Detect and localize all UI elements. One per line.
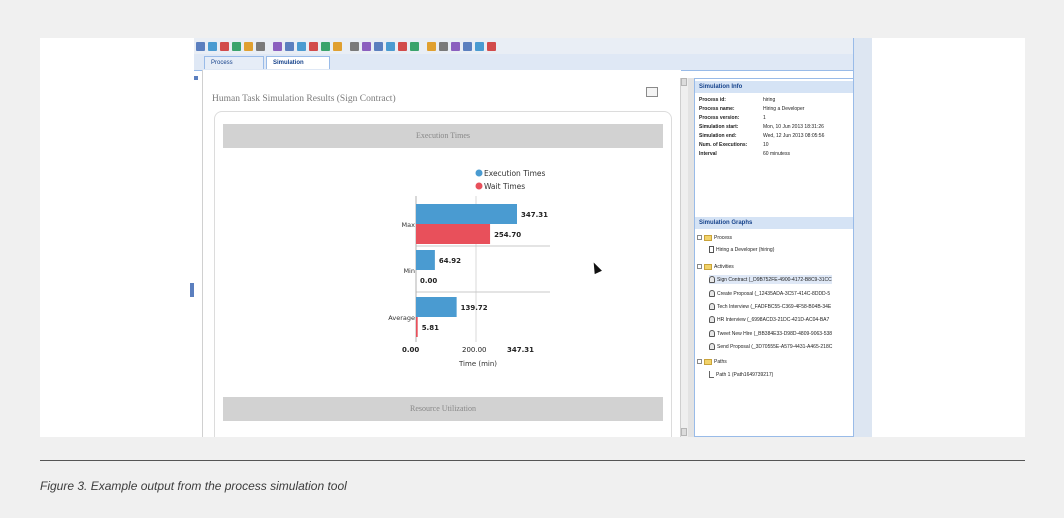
category-label: Max xyxy=(402,221,416,229)
tree-folder-activities[interactable]: Activities xyxy=(697,262,734,271)
user-task-icon xyxy=(709,290,715,297)
sim-info-key: Simulation start: xyxy=(699,124,739,130)
document-icon xyxy=(709,246,714,253)
sim-info-key: Simulation end: xyxy=(699,133,737,139)
simulation-info-header[interactable]: Simulation Info xyxy=(695,81,853,93)
caption-divider xyxy=(40,460,1025,461)
tree-item-activity[interactable]: Tweet New Hire (_BB384E33-D98D-4809-9063… xyxy=(709,329,832,338)
tree-label: Tech Interview (_FADFBC55-C369-4F58-B04B… xyxy=(717,303,832,310)
legend-label: Wait Times xyxy=(484,182,525,191)
tree-item-activity[interactable]: HR Interview (_6998ACD3-21DC-421D-AC04-B… xyxy=(709,315,829,324)
sim-info-row: Simulation start: Mon, 10 Jun 2013 18:31:… xyxy=(699,124,849,132)
sim-info-value: Hiring a Developer xyxy=(763,106,805,112)
collapse-toggle-icon[interactable] xyxy=(697,264,702,269)
sim-info-key: Process id: xyxy=(699,97,726,103)
x-axis-label: Time (min) xyxy=(458,360,497,368)
user-task-icon xyxy=(709,330,715,337)
tree-folder-process[interactable]: Process xyxy=(697,233,732,242)
tree-item-process[interactable]: Hiring a Developer (hiring) xyxy=(709,245,774,254)
tree-label: Paths xyxy=(714,358,727,365)
tree-label: Process xyxy=(714,234,733,241)
folder-icon xyxy=(704,234,712,241)
bar-value-label: 347.31 xyxy=(521,211,548,219)
tree-label: Hiring a Developer (hiring) xyxy=(716,246,775,253)
right-edge-strip xyxy=(853,38,872,437)
sim-info-row: Process version: 1 xyxy=(699,115,849,123)
bar xyxy=(416,224,491,244)
tree-label: Send Proposal (_3D70555E-A579-4431-A465-… xyxy=(717,343,833,350)
simulation-graphs-header[interactable]: Simulation Graphs xyxy=(695,217,853,229)
sim-info-value: Mon, 10 Jun 2013 18:31:26 xyxy=(763,124,824,130)
sim-info-row: Num. of Executions: 10 xyxy=(699,142,849,150)
user-task-icon xyxy=(709,276,715,283)
sim-info-key: Process name: xyxy=(699,106,735,112)
sim-info-row: Interval 60 minutess xyxy=(699,151,849,159)
tree-label: Sign Contract (_D9B752FE-4900-4172-B8C9-… xyxy=(717,276,832,283)
scroll-up-button[interactable] xyxy=(681,78,687,86)
right-panel: Simulation Info Process id: hiring Process… xyxy=(694,78,854,437)
sim-info-value: 10 xyxy=(763,142,769,148)
legend-marker xyxy=(475,169,483,177)
bar xyxy=(416,204,517,224)
figure-caption: Figure 3. Example output from the proces… xyxy=(40,479,347,493)
sim-info-row: Process id: hiring xyxy=(699,97,849,105)
user-task-icon xyxy=(709,316,715,323)
tree-item-activity[interactable]: Sign Contract (_D9B752FE-4900-4172-B8C9-… xyxy=(709,275,832,284)
tree-item-activity[interactable]: Create Proposal (_12435ADA-3C57-414C-8DD… xyxy=(709,289,830,298)
folder-icon xyxy=(704,358,712,365)
folder-icon xyxy=(704,263,712,270)
bar xyxy=(416,297,457,317)
tree-folder-paths[interactable]: Paths xyxy=(697,357,727,366)
sim-info-value: Wed, 12 Jun 2013 08:05:56 xyxy=(763,133,825,139)
legend-label: Execution Times xyxy=(484,169,546,178)
tree-label: Tweet New Hire (_BB384E33-D98D-4809-9063… xyxy=(717,330,833,337)
sim-info-key: Interval xyxy=(699,151,717,157)
sim-info-row: Process name: Hiring a Developer xyxy=(699,106,849,114)
collapse-toggle-icon[interactable] xyxy=(697,235,702,240)
tree-item-path[interactable]: Path 1 (Path1649739217) xyxy=(709,370,773,379)
category-label: Min xyxy=(403,267,415,275)
user-task-icon xyxy=(709,343,715,350)
x-tick-label: 0.00 xyxy=(402,346,419,354)
tree-item-activity[interactable]: Tech Interview (_FADFBC55-C369-4F58-B04B… xyxy=(709,302,831,311)
collapse-toggle-icon[interactable] xyxy=(697,359,702,364)
tree-label: Activities xyxy=(714,263,734,270)
path-icon xyxy=(709,371,714,378)
x-tick-label: 200.00 xyxy=(462,346,487,354)
bar-value-label: 254.70 xyxy=(494,231,521,239)
tree-label: Path 1 (Path1649739217) xyxy=(716,371,774,378)
sim-info-key: Process version: xyxy=(699,115,740,121)
bar xyxy=(416,250,435,270)
legend-marker xyxy=(475,182,483,190)
sim-info-key: Num. of Executions: xyxy=(699,142,748,148)
sim-info-value: 1 xyxy=(763,115,766,121)
tree-item-activity[interactable]: Send Proposal (_3D70555E-A579-4431-A465-… xyxy=(709,342,832,351)
sim-info-value: hiring xyxy=(763,97,776,103)
x-tick-label: 347.31 xyxy=(507,346,534,354)
category-label: Average xyxy=(388,314,415,322)
app-window: Process Modelling Simulation Results Hum… xyxy=(194,38,872,437)
scroll-down-button[interactable] xyxy=(681,428,687,436)
user-task-icon xyxy=(709,303,715,310)
bar-value-label: 5.81 xyxy=(422,324,439,332)
tree-label: Create Proposal (_12435ADA-3C57-414C-8DD… xyxy=(717,290,831,297)
tree-label: HR Interview (_6998ACD3-21DC-421D-AC04-B… xyxy=(717,316,830,323)
bar-value-label: 64.92 xyxy=(439,257,461,265)
sim-info-row: Simulation end: Wed, 12 Jun 2013 08:05:56 xyxy=(699,133,849,141)
execution-times-chart: Execution Times Wait Times Max Min Average 34… xyxy=(388,169,550,368)
bar-value-label: 139.72 xyxy=(461,304,488,312)
sim-info-value: 60 minutess xyxy=(763,151,790,157)
bar-value-label: 0.00 xyxy=(420,277,437,285)
bar xyxy=(416,317,418,337)
